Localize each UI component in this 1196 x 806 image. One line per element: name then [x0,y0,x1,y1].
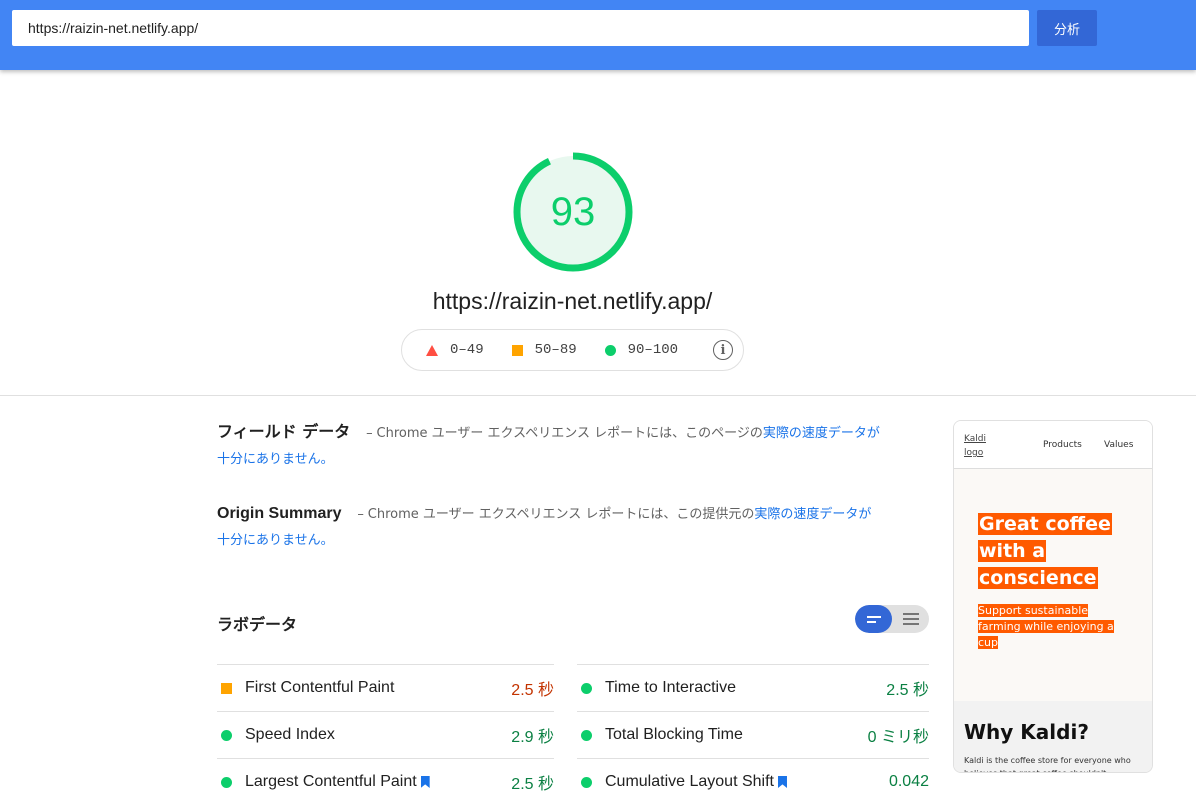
analyze-button[interactable]: 分析 [1037,10,1097,46]
header-bar: 分析 [0,0,1196,70]
metric-value: 2.5 秒 [511,682,554,699]
tested-url: https://raizin-net.netlify.app/ [432,288,713,314]
screenshot-why-title: Why Kaldi? [964,720,1089,744]
metric-first-contentful-paint: First Contentful Paint 2.5 秒 [217,664,554,711]
metric-label: Largest Contentful Paint [245,773,417,790]
metric-total-blocking-time: Total Blocking Time 0 ミリ秒 [577,711,929,758]
metric-label: Cumulative Layout Shift [605,773,774,790]
metric-largest-contentful-paint: Largest Contentful Paint 2.5 秒 [217,758,554,805]
triangle-icon [426,344,438,356]
metric-value: 2.9 秒 [511,729,554,746]
metric-label: Time to Interactive [605,679,737,696]
legend-average: 50–89 [511,342,577,358]
metric-speed-index: Speed Index 2.9 秒 [217,711,554,758]
metric-cumulative-layout-shift: Cumulative Layout Shift 0.042 [577,758,929,805]
metrics-left-column: First Contentful Paint 2.5 秒 Speed Index… [217,664,554,805]
performance-score: 93 [550,189,596,234]
legend-pass: 90–100 [604,342,679,358]
pass-status-icon [581,729,592,741]
lab-data-title: ラボデータ [217,615,298,634]
field-data-title: フィールド データ [217,422,351,441]
field-data-section: フィールド データ – Chrome ユーザー エクスペリエンス レポートには、… [217,419,882,472]
legend-fail-label: 0–49 [450,342,484,358]
screenshot-nav-values: Values [1104,440,1134,450]
field-data-description: Chrome ユーザー エクスペリエンス レポートには、このページの [376,426,763,441]
pass-status-icon [221,729,232,741]
summary-view-icon [866,615,881,623]
legend-pass-label: 90–100 [627,342,679,358]
screenshot-nav-products: Products [1043,440,1082,450]
metric-value: 2.5 秒 [886,682,929,699]
page-screenshot: Kaldi logo Products Values Great coffee … [953,420,1153,773]
pass-status-icon [581,776,592,788]
metric-label: Speed Index [245,726,335,743]
field-data-dash: – [366,426,373,441]
metric-label: Total Blocking Time [605,726,743,743]
score-legend: 0–49 50–89 90–100 i [401,329,744,371]
screenshot-why-description: Kaldi is the coffee store for everyone w… [964,756,1131,772]
performance-score-gauge: 93 [511,150,635,274]
legend-average-label: 50–89 [534,342,577,358]
list-view-button[interactable] [892,605,929,633]
metric-value: 0.042 [888,773,929,790]
average-status-icon [221,682,232,694]
metrics-right-column: Time to Interactive 2.5 秒 Total Blocking… [577,664,929,805]
summary-view-button[interactable] [855,605,892,633]
bookmark-icon [420,776,430,788]
info-icon[interactable]: i [713,340,733,360]
view-toggle[interactable] [855,605,929,633]
metric-time-to-interactive: Time to Interactive 2.5 秒 [577,664,929,711]
metric-label: First Contentful Paint [245,679,395,696]
divider [0,395,1196,396]
metric-value: 0 ミリ秒 [867,729,929,746]
square-icon [511,344,523,356]
circle-icon [604,344,616,356]
origin-summary-title: Origin Summary [217,505,342,522]
screenshot-nav: Kaldi logo Products Values [954,421,1152,469]
metric-value: 2.5 秒 [511,776,554,793]
screenshot-hero-title: Great coffee with a conscience [978,513,1112,589]
origin-summary-description: Chrome ユーザー エクスペリエンス レポートには、この提供元の [367,507,755,522]
bookmark-icon [777,776,787,788]
pass-status-icon [221,776,232,788]
origin-summary-dash: – [357,507,364,522]
url-input[interactable] [12,10,1029,46]
screenshot-hero-subtitle: Support sustainable farming while enjoyi… [978,604,1114,649]
legend-fail: 0–49 [426,342,484,358]
list-view-icon [902,613,919,625]
origin-summary-section: Origin Summary – Chrome ユーザー エクスペリエンス レポ… [217,501,882,553]
pass-status-icon [581,682,592,694]
broken-logo-image: Kaldi logo [964,434,986,458]
